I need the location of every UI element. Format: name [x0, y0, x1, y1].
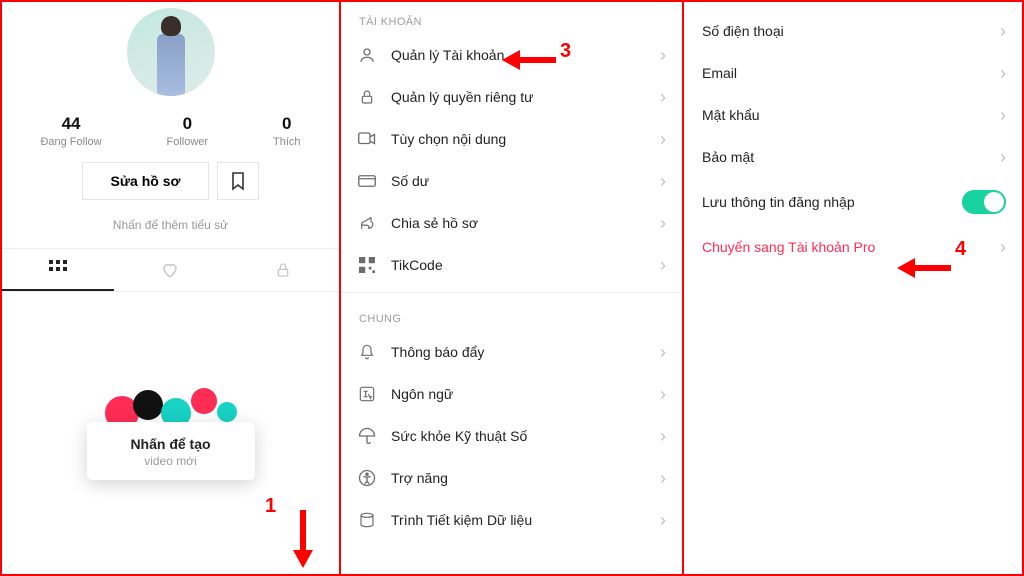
stat-label: Đang Follow	[40, 136, 101, 148]
stat-likes[interactable]: 0 Thích	[273, 114, 301, 148]
chevron-right-icon: ›	[660, 46, 666, 64]
row-label: Mật khẩu	[702, 107, 986, 123]
settings-row-tikcode[interactable]: TikCode ›	[341, 244, 682, 286]
settings-row-balance[interactable]: Số dư ›	[341, 160, 682, 202]
row-label: Trợ năng	[391, 470, 646, 486]
account-manage-screen: Số điện thoại › Email › Mật khẩu › Bảo m…	[682, 0, 1024, 576]
wallet-icon	[357, 173, 377, 189]
row-label: Trình Tiết kiệm Dữ liệu	[391, 512, 646, 528]
row-label: Số dư	[391, 173, 646, 189]
settings-row-manage-account[interactable]: Quản lý Tài khoản ›	[341, 34, 682, 76]
settings-row-data-saver[interactable]: Trình Tiết kiệm Dữ liệu ›	[341, 499, 682, 541]
chevron-right-icon: ›	[1000, 106, 1006, 124]
chevron-right-icon: ›	[1000, 148, 1006, 166]
account-row-security[interactable]: Bảo mật ›	[684, 136, 1022, 178]
bookmark-button[interactable]	[217, 162, 259, 200]
chevron-right-icon: ›	[1000, 22, 1006, 40]
stat-followers[interactable]: 0 Follower	[167, 114, 209, 148]
person-icon	[357, 46, 377, 64]
row-label: Bảo mật	[702, 149, 986, 165]
bell-icon	[357, 343, 377, 361]
row-label: Quản lý quyền riêng tư	[391, 89, 646, 105]
row-label: TikCode	[391, 257, 646, 273]
tooltip-bubble[interactable]: Nhấn để tạo video mới	[87, 422, 255, 480]
account-row-save-login[interactable]: Lưu thông tin đăng nhập	[684, 178, 1022, 226]
chevron-right-icon: ›	[1000, 64, 1006, 82]
settings-row-push-notif[interactable]: Thông báo đẩy ›	[341, 331, 682, 373]
row-label: Chuyển sang Tài khoản Pro	[702, 239, 986, 255]
heart-icon	[160, 261, 180, 279]
row-label: Chia sẻ hồ sơ	[391, 215, 646, 231]
chevron-right-icon: ›	[660, 172, 666, 190]
row-label: Email	[702, 65, 986, 81]
lock-icon	[357, 88, 377, 106]
account-row-phone[interactable]: Số điện thoại ›	[684, 2, 1022, 52]
avatar-figure	[157, 34, 185, 96]
qr-icon	[357, 257, 377, 273]
profile-stats: 44 Đang Follow 0 Follower 0 Thích	[2, 114, 339, 162]
profile-actions: Sửa hồ sơ	[52, 162, 290, 210]
lock-icon	[275, 261, 291, 279]
stat-value: 0	[273, 114, 301, 134]
bookmark-icon	[230, 172, 246, 190]
settings-row-share-profile[interactable]: Chia sẻ hồ sơ ›	[341, 202, 682, 244]
profile-screen: 44 Đang Follow 0 Follower 0 Thích Sửa hồ…	[0, 0, 341, 576]
section-header-account: TÀI KHOẢN	[341, 2, 682, 34]
account-row-switch-pro[interactable]: Chuyển sang Tài khoản Pro ›	[684, 226, 1022, 268]
row-label: Thông báo đẩy	[391, 344, 646, 360]
chevron-right-icon: ›	[660, 427, 666, 445]
create-video-tooltip: Nhấn để tạo video mới	[87, 422, 255, 480]
avatar[interactable]	[127, 8, 215, 96]
stat-value: 44	[40, 114, 101, 134]
umbrella-icon	[357, 427, 377, 445]
settings-row-content-pref[interactable]: Tùy chọn nội dung ›	[341, 118, 682, 160]
row-label: Lưu thông tin đăng nhập	[702, 194, 948, 210]
video-icon	[357, 132, 377, 146]
settings-row-privacy[interactable]: Quản lý quyền riêng tư ›	[341, 76, 682, 118]
stat-following[interactable]: 44 Đang Follow	[40, 114, 101, 148]
profile-tabs	[2, 248, 339, 292]
add-bio-link[interactable]: Nhấn để thêm tiểu sử	[113, 218, 228, 232]
settings-row-digital-wellbeing[interactable]: Sức khỏe Kỹ thuật Số ›	[341, 415, 682, 457]
tab-private[interactable]	[227, 249, 339, 291]
row-label: Quản lý Tài khoản	[391, 47, 646, 63]
account-row-password[interactable]: Mật khẩu ›	[684, 94, 1022, 136]
settings-row-accessibility[interactable]: Trợ năng ›	[341, 457, 682, 499]
settings-row-language[interactable]: Ngôn ngữ ›	[341, 373, 682, 415]
chevron-right-icon: ›	[660, 511, 666, 529]
accessibility-icon	[357, 469, 377, 487]
stat-value: 0	[167, 114, 209, 134]
chevron-right-icon: ›	[660, 88, 666, 106]
row-label: Sức khỏe Kỹ thuật Số	[391, 428, 646, 444]
data-icon	[357, 511, 377, 529]
row-label: Ngôn ngữ	[391, 386, 646, 402]
chevron-right-icon: ›	[1000, 238, 1006, 256]
stat-label: Thích	[273, 136, 301, 148]
edit-profile-button[interactable]: Sửa hồ sơ	[82, 162, 210, 200]
tooltip-subtitle: video mới	[95, 454, 247, 468]
stat-label: Follower	[167, 136, 209, 148]
row-label: Số điện thoại	[702, 23, 986, 39]
row-label: Tùy chọn nội dung	[391, 131, 646, 147]
grid-icon	[49, 260, 67, 278]
chevron-right-icon: ›	[660, 214, 666, 232]
chevron-right-icon: ›	[660, 385, 666, 403]
chevron-right-icon: ›	[660, 130, 666, 148]
chevron-right-icon: ›	[660, 256, 666, 274]
toggle-on[interactable]	[962, 190, 1006, 214]
profile-header: 44 Đang Follow 0 Follower 0 Thích Sửa hồ…	[2, 2, 339, 248]
section-header-general: CHUNG	[341, 299, 682, 331]
settings-screen: TÀI KHOẢN Quản lý Tài khoản › Quản lý qu…	[341, 0, 682, 576]
tab-liked[interactable]	[114, 249, 226, 291]
language-icon	[357, 386, 377, 402]
account-row-email[interactable]: Email ›	[684, 52, 1022, 94]
share-icon	[357, 215, 377, 231]
tab-grid[interactable]	[2, 249, 114, 291]
tooltip-title: Nhấn để tạo	[95, 436, 247, 452]
chevron-right-icon: ›	[660, 343, 666, 361]
chevron-right-icon: ›	[660, 469, 666, 487]
